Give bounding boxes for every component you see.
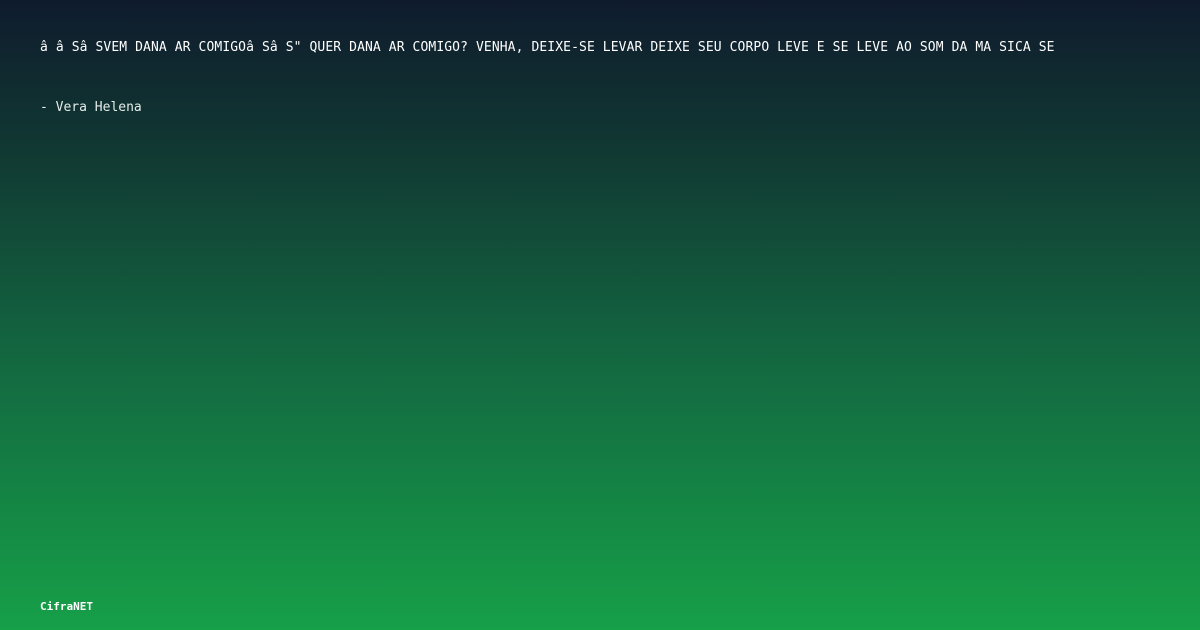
- brand-logo: CifraNET: [40, 600, 93, 613]
- share-card: â â Śâ ŚVEM DANĂ AR COMIGOâ Śâ Ś" QUER D…: [0, 0, 1200, 630]
- lyric-text: â â Śâ ŚVEM DANĂ AR COMIGOâ Śâ Ś" QUER D…: [40, 40, 1055, 55]
- artist-attribution: - Vera Helena: [40, 100, 142, 115]
